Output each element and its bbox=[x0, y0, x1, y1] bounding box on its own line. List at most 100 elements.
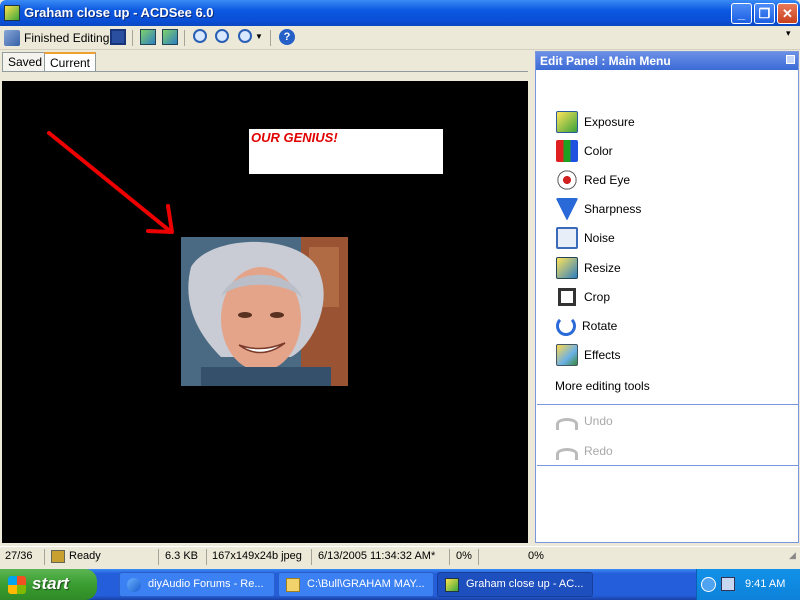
taskbar-item-label: Graham close up - AC... bbox=[466, 578, 584, 590]
tool-color[interactable]: Color bbox=[556, 139, 613, 163]
status-position: 27/36 bbox=[5, 550, 33, 562]
redo-button[interactable]: Redo bbox=[556, 439, 613, 463]
import-image-button[interactable] bbox=[162, 29, 178, 47]
undo-button[interactable]: Undo bbox=[556, 409, 613, 433]
status-state: Ready bbox=[69, 550, 101, 562]
status-separator bbox=[158, 549, 159, 565]
caption-text: OUR GENIUS! bbox=[251, 130, 338, 145]
window-title: Graham close up - ACDSee 6.0 bbox=[24, 5, 214, 20]
redo-icon bbox=[556, 448, 578, 460]
status-separator bbox=[206, 549, 207, 565]
zoom-out-button[interactable] bbox=[215, 29, 229, 47]
save-icon bbox=[110, 29, 126, 45]
tab-strip-border bbox=[2, 71, 528, 72]
toolbar-overflow-icon[interactable]: ▾ bbox=[786, 28, 791, 46]
panel-divider bbox=[537, 404, 799, 405]
save-button[interactable] bbox=[110, 29, 126, 47]
taskbar-item-acdsee[interactable]: Graham close up - AC... bbox=[437, 572, 593, 597]
import-image-icon bbox=[162, 29, 178, 45]
resize-grip-icon[interactable]: ◢ bbox=[789, 550, 796, 561]
taskbar-item-folder[interactable]: C:\Bull\GRAHAM MAY... bbox=[278, 572, 434, 597]
tool-exposure[interactable]: Exposure bbox=[556, 110, 635, 134]
system-tray: 9:41 AM bbox=[696, 569, 800, 600]
title-bar: Graham close up - ACDSee 6.0 _ ❐ ✕ bbox=[0, 0, 800, 26]
finished-editing-button[interactable]: Finished Editing bbox=[4, 29, 109, 47]
caption-box: OUR GENIUS! bbox=[249, 129, 443, 174]
tool-crop[interactable]: Crop bbox=[556, 285, 610, 309]
red-eye-icon bbox=[556, 169, 578, 191]
close-button[interactable]: ✕ bbox=[777, 3, 798, 24]
edit-panel-title: Edit Panel : Main Menu bbox=[540, 54, 671, 68]
acdsee-app-icon bbox=[4, 5, 20, 21]
effects-icon bbox=[556, 344, 578, 366]
taskbar-item-label: diyAudio Forums - Re... bbox=[148, 578, 264, 590]
status-separator bbox=[44, 549, 45, 565]
finished-editing-icon bbox=[4, 30, 20, 46]
tool-sharpness[interactable]: Sharpness bbox=[556, 197, 641, 221]
status-progress: 0% bbox=[528, 550, 544, 562]
tab-current[interactable]: Current bbox=[44, 52, 97, 72]
taskbar-item-diyaudio[interactable]: diyAudio Forums - Re... bbox=[119, 572, 275, 597]
toolbar-separator bbox=[132, 30, 133, 46]
resize-icon bbox=[556, 257, 578, 279]
zoom-out-icon bbox=[215, 29, 229, 43]
color-icon bbox=[556, 140, 578, 162]
status-separator bbox=[449, 549, 450, 565]
tool-label: Red Eye bbox=[584, 173, 631, 187]
taskbar-item-label: C:\Bull\GRAHAM MAY... bbox=[307, 578, 425, 590]
zoom-in-icon bbox=[193, 29, 207, 43]
tool-rotate[interactable]: Rotate bbox=[556, 314, 617, 338]
status-separator bbox=[311, 549, 312, 565]
edit-panel-header: Edit Panel : Main Menu bbox=[536, 52, 798, 70]
help-button[interactable]: ? bbox=[279, 29, 295, 47]
exposure-icon bbox=[556, 111, 578, 133]
tool-label: Effects bbox=[584, 348, 621, 362]
network-icon[interactable] bbox=[721, 577, 735, 591]
portrait-photo bbox=[181, 237, 348, 386]
tool-label: Exposure bbox=[584, 115, 635, 129]
tool-label: Crop bbox=[584, 290, 611, 304]
folder-icon bbox=[286, 578, 300, 592]
status-date: 6/13/2005 11:34:32 AM* bbox=[318, 550, 436, 562]
windows-flag-icon bbox=[8, 576, 26, 594]
start-button[interactable]: start bbox=[0, 569, 97, 600]
red-arrow-annotation bbox=[47, 131, 174, 234]
clock[interactable]: 9:41 AM bbox=[745, 578, 785, 590]
tool-noise[interactable]: Noise bbox=[556, 226, 615, 250]
zoom-in-button[interactable] bbox=[193, 29, 207, 47]
zoom-dropdown-button[interactable]: ▼ bbox=[238, 29, 263, 47]
redo-label: Redo bbox=[584, 444, 613, 458]
minimize-button[interactable]: _ bbox=[731, 3, 752, 24]
pin-icon[interactable] bbox=[786, 55, 795, 64]
chevron-down-icon: ▼ bbox=[255, 31, 263, 41]
tool-resize[interactable]: Resize bbox=[556, 256, 621, 280]
restore-button[interactable]: ❐ bbox=[754, 3, 775, 24]
image-canvas[interactable]: OUR GENIUS! bbox=[2, 81, 528, 543]
start-label: start bbox=[32, 574, 69, 593]
status-file-size: 6.3 KB bbox=[165, 550, 199, 562]
edit-panel: Edit Panel : Main Menu Exposure Color Re… bbox=[535, 51, 799, 543]
export-image-button[interactable] bbox=[140, 29, 156, 47]
toolbar: Finished Editing ▼ ? ▾ bbox=[0, 26, 800, 50]
tool-red-eye[interactable]: Red Eye bbox=[556, 168, 630, 192]
sharpness-icon bbox=[556, 198, 578, 220]
help-icon: ? bbox=[279, 29, 295, 45]
noise-icon bbox=[556, 227, 578, 249]
tool-label: Sharpness bbox=[584, 202, 642, 216]
rotate-icon bbox=[556, 316, 576, 336]
toolbar-separator bbox=[270, 30, 271, 46]
toolbar-separator bbox=[184, 30, 185, 46]
status-bar: 27/36 Ready 6.3 KB 167x149x24b jpeg 6/13… bbox=[0, 546, 800, 566]
chevron-left-icon[interactable] bbox=[701, 577, 716, 592]
more-editing-tools-link[interactable]: More editing tools bbox=[555, 379, 650, 393]
tab-saved[interactable]: Saved bbox=[2, 52, 49, 71]
undo-label: Undo bbox=[584, 414, 613, 428]
jpeg-icon bbox=[51, 550, 65, 563]
tool-effects[interactable]: Effects bbox=[556, 343, 620, 367]
browser-icon bbox=[127, 578, 141, 592]
tool-label: Noise bbox=[584, 231, 615, 245]
undo-icon bbox=[556, 418, 578, 430]
crop-icon bbox=[558, 288, 576, 306]
status-separator bbox=[478, 549, 479, 565]
status-dimensions: 167x149x24b jpeg bbox=[212, 550, 302, 562]
